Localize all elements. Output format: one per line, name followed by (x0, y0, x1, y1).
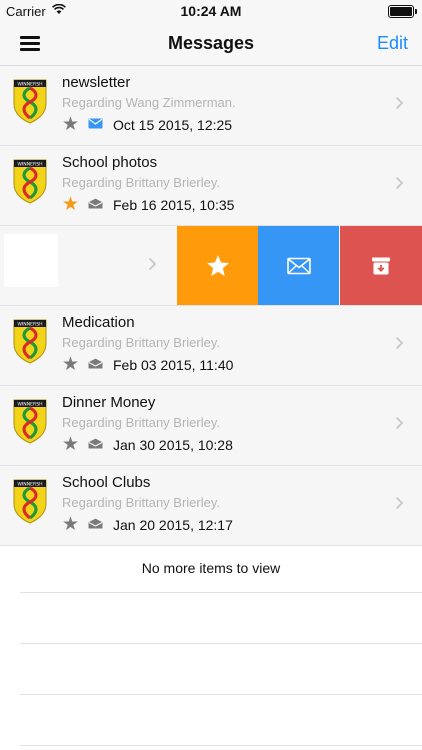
svg-text:WINNERSH: WINNERSH (17, 482, 42, 488)
school-crest-icon: WINNERSH (13, 319, 47, 364)
edit-button[interactable]: Edit (377, 33, 408, 54)
message-regarding: Regarding Brittany Brierley. (62, 335, 220, 350)
status-bar: Carrier 10:24 AM (0, 0, 422, 22)
no-more-items-label: No more items to view (141, 560, 281, 576)
star-icon[interactable]: ★ (62, 515, 79, 534)
message-list-item[interactable]: WINNERSH Dinner Money Regarding Brittany… (0, 386, 422, 466)
list-divider (20, 592, 422, 593)
school-crest-icon: WINNERSH (13, 399, 47, 444)
chevron-right-icon (148, 257, 157, 271)
message-list-item[interactable]: WINNERSH School Clubs Regarding Brittany… (0, 466, 422, 546)
message-date: Feb 16 2015, 10:35 (113, 197, 235, 213)
message-regarding: Regarding Brittany Brierley. (62, 175, 220, 190)
chevron-right-icon (395, 96, 404, 110)
message-subject: newsletter (62, 74, 131, 91)
envelope-icon (88, 438, 103, 449)
message-date: Feb 03 2015, 11:40 (113, 357, 234, 373)
star-action-button[interactable] (177, 226, 258, 305)
svg-text:WINNERSH: WINNERSH (17, 402, 42, 408)
svg-text:WINNERSH: WINNERSH (17, 162, 42, 168)
message-regarding: Regarding Brittany Brierley. (62, 415, 220, 430)
message-subject: School Clubs (62, 474, 151, 491)
svg-text:WINNERSH: WINNERSH (17, 82, 42, 88)
message-list-item[interactable]: WINNERSH newsletter Regarding Wang Zimme… (0, 66, 422, 146)
message-list-item[interactable]: WINNERSH School photos Regarding Brittan… (0, 146, 422, 226)
school-crest-icon: WINNERSH (13, 79, 47, 124)
star-icon[interactable]: ★ (62, 195, 79, 214)
list-divider (20, 745, 422, 746)
page-title: Messages (167, 33, 255, 53)
battery-icon (388, 5, 417, 18)
chevron-right-icon (395, 176, 404, 190)
school-crest-icon: WINNERSH (13, 159, 47, 204)
star-icon (206, 254, 229, 276)
message-subject: Medication (62, 314, 135, 331)
message-regarding: Regarding Wang Zimmerman. (62, 95, 236, 110)
star-icon[interactable]: ★ (62, 115, 79, 134)
mail-icon (286, 257, 311, 274)
envelope-icon (88, 358, 103, 369)
message-subject: School photos (62, 154, 158, 171)
mark-read-action-button[interactable] (258, 226, 339, 305)
swiped-item-preview (4, 234, 58, 287)
chevron-right-icon (395, 496, 404, 510)
archive-action-button[interactable] (340, 226, 422, 305)
chevron-right-icon (395, 416, 404, 430)
swiped-list-item[interactable] (0, 226, 422, 306)
message-date: Oct 15 2015, 12:25 (113, 117, 233, 133)
svg-text:WINNERSH: WINNERSH (17, 322, 42, 328)
envelope-icon (88, 198, 103, 209)
archive-icon (372, 257, 390, 274)
star-icon[interactable]: ★ (62, 355, 79, 374)
list-divider (20, 694, 422, 695)
message-subject: Dinner Money (62, 394, 156, 411)
navigation-bar: Messages Edit (0, 22, 422, 66)
message-regarding: Regarding Brittany Brierley. (62, 495, 220, 510)
chevron-right-icon (395, 336, 404, 350)
message-list: WINNERSH newsletter Regarding Wang Zimme… (0, 66, 422, 546)
school-crest-icon: WINNERSH (13, 479, 47, 524)
clock: 10:24 AM (180, 3, 242, 19)
message-list-item[interactable]: WINNERSH Medication Regarding Brittany B… (0, 306, 422, 386)
envelope-icon (88, 118, 103, 129)
envelope-icon (88, 518, 103, 529)
message-date: Jan 30 2015, 10:28 (113, 437, 233, 453)
message-date: Jan 20 2015, 12:17 (113, 517, 233, 533)
star-icon[interactable]: ★ (62, 435, 79, 454)
list-divider (20, 643, 422, 644)
